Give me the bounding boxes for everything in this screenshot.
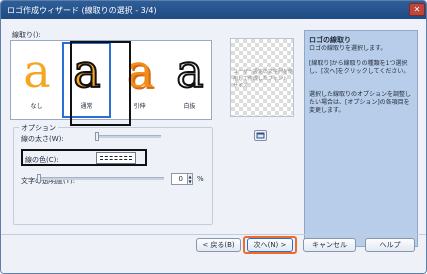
footer-divider <box>1 234 426 235</box>
close-button[interactable]: ✕ <box>409 3 425 16</box>
color-option-highlight <box>21 149 147 166</box>
transparency-input[interactable]: 0 <box>171 173 188 185</box>
next-button-highlight <box>243 236 297 254</box>
thickness-slider-thumb[interactable] <box>95 132 99 141</box>
transparency-slider[interactable] <box>40 177 164 180</box>
tile-label: 白抜 <box>183 103 196 110</box>
help-text-1: ロゴの線取りを選択します。 <box>309 45 387 52</box>
dialog-body: 線取り(): a なし a 通常 a 引伸 a 白抜 ユーザー設定の文字列を使用… <box>1 19 426 273</box>
back-button[interactable]: < 戻る(B) <box>196 238 241 252</box>
cancel-button[interactable]: キャンセル <box>303 238 356 252</box>
preview-text: ユーザー設定の文字列を使用して作成したフォント サイズ <box>233 69 293 89</box>
logo-glyph: a <box>23 44 51 98</box>
logo-wizard-dialog: ロゴ作成ウィザード (線取りの選択 - 3/4) ✕ 線取り(): a なし a… <box>0 0 427 274</box>
help-button[interactable]: ヘルプ <box>365 238 415 252</box>
options-legend: オプション <box>19 123 58 133</box>
preview-window-button[interactable] <box>254 130 267 141</box>
logo-preview: ユーザー設定の文字列を使用して作成したフォント サイズ <box>230 38 294 117</box>
style-tile-outline[interactable]: a 白抜 <box>168 45 210 115</box>
window-title: ロゴ作成ウィザード (線取りの選択 - 3/4) <box>7 6 157 15</box>
title-bar: ロゴ作成ウィザード (線取りの選択 - 3/4) ✕ <box>1 1 426 19</box>
logo-glyph: a <box>175 45 204 98</box>
transparency-spinner[interactable]: ▲ ▼ <box>187 173 193 185</box>
tile-label: なし <box>30 103 43 110</box>
transparency-unit: % <box>197 175 204 183</box>
transparency-slider-thumb[interactable] <box>37 174 41 183</box>
preview-window-icon <box>256 132 265 139</box>
styles-label: 線取り(): <box>12 31 41 39</box>
help-panel: ロゴの線取り ロゴの線取りを選択します。 [線取り]から線取りの種類を1つ選択し… <box>304 30 418 247</box>
thickness-slider[interactable] <box>98 135 161 138</box>
style-tile-none[interactable]: a なし <box>15 45 58 115</box>
help-text-2: [線取り]から線取りの種類を1つ選択し、[次へ]をクリックしてください。 <box>309 60 410 75</box>
help-text-3: 選択した線取りのオプションを調整したい場合は、[オプション]の各項目を変更します… <box>309 91 412 114</box>
selected-style-highlight <box>70 41 131 126</box>
help-title: ロゴの線取り <box>309 36 351 44</box>
thickness-label: 線の太さ(W): <box>21 135 64 143</box>
